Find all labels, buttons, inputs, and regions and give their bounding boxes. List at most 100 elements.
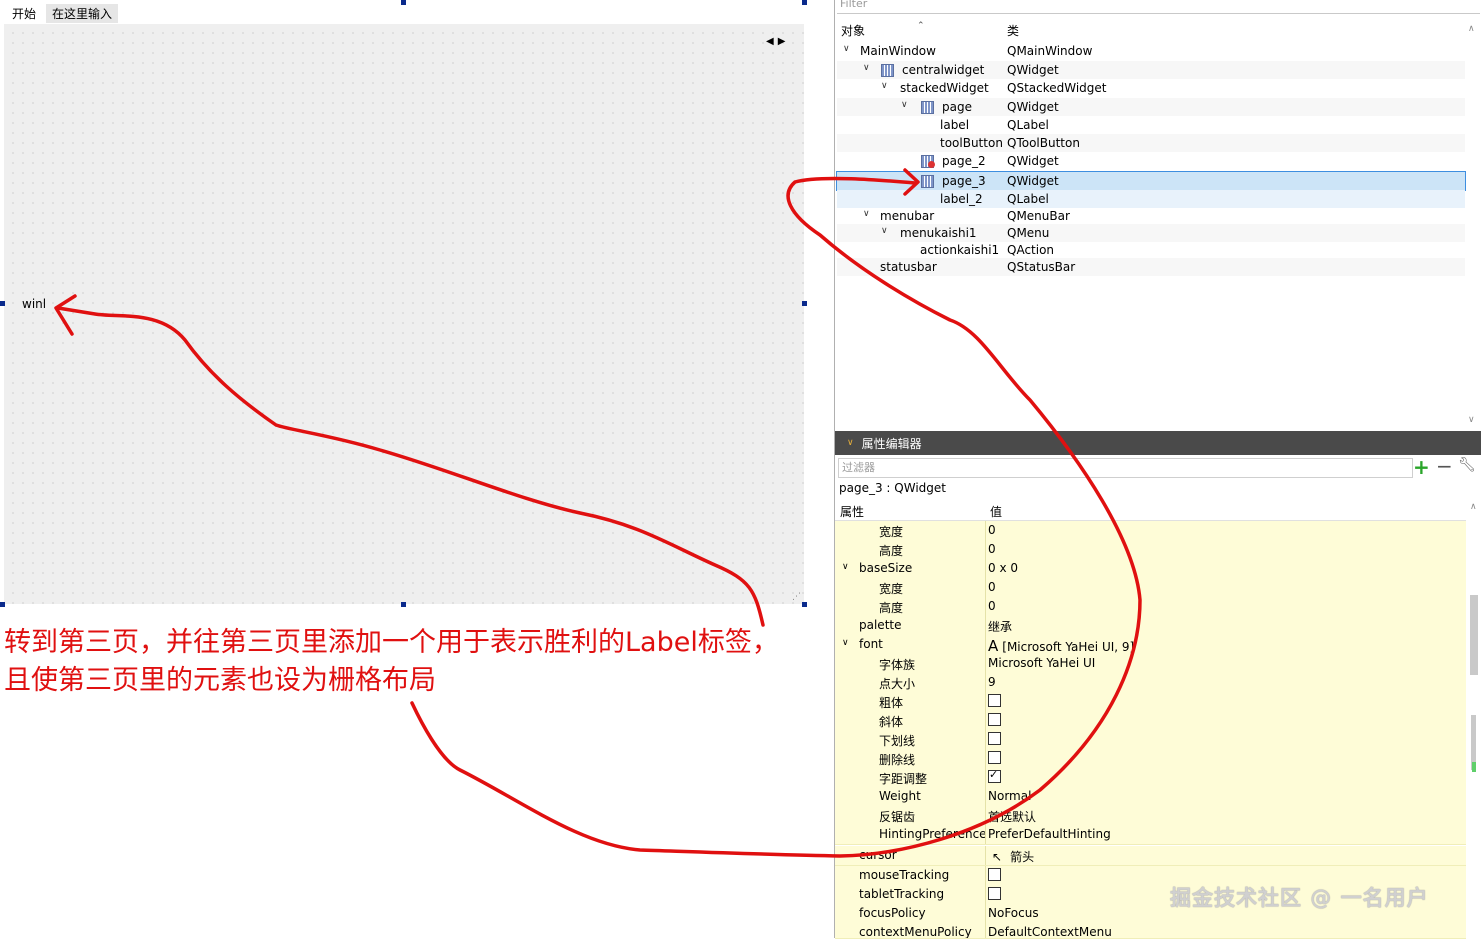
property-row[interactable]: cursor ↖ 箭头 [835, 846, 1466, 866]
property-scrollbar[interactable]: ∧ [1468, 500, 1480, 936]
resize-handle[interactable] [802, 301, 807, 306]
property-row[interactable]: 点大小 9 [835, 673, 1466, 693]
property-value[interactable]: DefaultContextMenu [988, 925, 1112, 938]
tablet-tracking-checkbox[interactable] [988, 887, 1001, 901]
tree-row-page-3[interactable]: page_3 QWidget [836, 171, 1466, 191]
remove-property-icon[interactable]: − [1436, 454, 1453, 478]
italic-checkbox[interactable] [988, 713, 1001, 727]
size-grip-icon[interactable]: ⋰ [792, 592, 801, 602]
property-row[interactable]: 高度 0 [835, 597, 1466, 617]
property-filter-input[interactable]: 过滤器 [838, 458, 1413, 478]
chevron-down-icon[interactable]: ∨ [842, 562, 849, 572]
property-value[interactable]: 继承 [988, 618, 1012, 635]
menu-type-here[interactable]: 在这里输入 [46, 3, 119, 23]
property-row[interactable]: HintingPreference PreferDefaultHinting [835, 825, 1466, 845]
property-row[interactable]: 字距调整 [835, 768, 1466, 788]
resize-handle[interactable] [401, 602, 406, 607]
tree-item-name: page_3 [942, 174, 986, 188]
property-row[interactable]: palette 继承 [835, 616, 1466, 636]
property-row[interactable]: 删除线 [835, 749, 1466, 769]
scroll-up-icon[interactable]: ∧ [1468, 24, 1475, 34]
stacked-widget-page-arrows[interactable]: ◀▶ [766, 36, 789, 47]
chevron-down-icon[interactable]: ∨ [863, 209, 870, 219]
chevron-down-icon[interactable]: ∨ [842, 638, 849, 648]
property-row[interactable]: 下划线 [835, 730, 1466, 750]
object-filter-input[interactable]: Filter [837, 0, 1480, 14]
tree-row-page-2[interactable]: page_2 QWidget [837, 152, 1465, 170]
property-row[interactable]: 反锯齿 首选默认 [835, 806, 1466, 826]
property-name: 宽度 [879, 582, 904, 596]
resize-handle[interactable] [802, 602, 807, 607]
chevron-down-icon[interactable]: ∨ [881, 81, 888, 91]
scroll-down-icon[interactable]: ∨ [1468, 415, 1475, 425]
property-name: font [859, 637, 883, 651]
tree-row-menubar[interactable]: ∨ menubar QMenuBar [837, 207, 1465, 225]
property-name: 高度 [879, 544, 904, 558]
property-value[interactable]: PreferDefaultHinting [988, 827, 1111, 841]
property-value[interactable]: NoFocus [988, 906, 1039, 920]
chevron-down-icon[interactable]: ∨ [847, 438, 854, 448]
tree-row-mainwindow[interactable]: ∨ MainWindow QMainWindow [837, 42, 1465, 60]
scroll-up-icon[interactable]: ∧ [1470, 502, 1477, 512]
property-row[interactable]: 宽度 0 [835, 578, 1466, 598]
tree-row-menukaishi1[interactable]: ∨ menukaishi1 QMenu [837, 224, 1465, 242]
tree-row-actionkaishi1[interactable]: actionkaishi1 QAction [837, 241, 1465, 259]
property-value[interactable]: 0 [988, 523, 996, 537]
property-row[interactable]: 斜体 [835, 711, 1466, 731]
col-object-header[interactable]: 对象 [841, 20, 865, 40]
property-value[interactable]: Normal [988, 789, 1031, 803]
menu-start[interactable]: 开始 [4, 5, 44, 22]
scrollbar-thumb[interactable] [1470, 595, 1478, 675]
property-row[interactable]: contextMenuPolicy DefaultContextMenu [835, 923, 1466, 939]
property-row[interactable]: 字体族 Microsoft YaHei UI [835, 654, 1466, 674]
resize-handle[interactable] [0, 301, 5, 306]
chevron-down-icon[interactable]: ∨ [881, 226, 888, 236]
annotation-line-2: 且使第三页里的元素也设为栅格布局 [4, 665, 436, 696]
chevron-down-icon[interactable]: ∨ [863, 63, 870, 73]
resize-handle[interactable] [0, 602, 5, 607]
property-row[interactable]: 高度 0 [835, 540, 1466, 560]
property-value[interactable]: 0 x 0 [988, 561, 1018, 575]
col-value-header[interactable]: 值 [990, 503, 1002, 520]
resize-handle[interactable] [802, 0, 807, 5]
property-value[interactable]: Microsoft YaHei UI [988, 656, 1095, 670]
tree-row-page[interactable]: ∨ page QWidget [837, 98, 1465, 116]
tree-row-statusbar[interactable]: statusbar QStatusBar [837, 258, 1465, 276]
object-inspector-tree: 对象 ⌃ 类 ∨ MainWindow QMainWindow ∨ centra… [836, 20, 1467, 430]
col-property-header[interactable]: 属性 [840, 503, 864, 520]
bold-checkbox[interactable] [988, 694, 1001, 708]
tree-row-stackedwidget[interactable]: ∨ stackedWidget QStackedWidget [837, 79, 1465, 97]
win-label[interactable]: winl [22, 297, 46, 311]
resize-handle[interactable] [401, 0, 406, 5]
annotation-line-1: 转到第三页，并往第三页里添加一个用于表示胜利的Label标签， [4, 627, 779, 658]
mouse-tracking-checkbox[interactable] [988, 868, 1001, 882]
chevron-down-icon[interactable]: ∨ [843, 44, 850, 54]
property-value[interactable]: 0 [988, 580, 996, 594]
property-value[interactable]: 0 [988, 542, 996, 556]
col-class-header[interactable]: 类 [1007, 20, 1019, 40]
property-value[interactable]: 首选默认 [988, 808, 1036, 825]
tree-row-toolbutton[interactable]: toolButton QToolButton [837, 134, 1465, 152]
add-property-icon[interactable]: + [1413, 455, 1430, 479]
property-value[interactable]: 9 [988, 675, 996, 689]
property-editor-titlebar[interactable]: ∨ 属性编辑器 [835, 431, 1481, 455]
property-row[interactable]: ∨ baseSize 0 x 0 [835, 559, 1466, 579]
tree-row-centralwidget[interactable]: ∨ centralwidget QWidget [837, 61, 1465, 79]
tree-row-label-2[interactable]: label_2 QLabel [837, 190, 1465, 208]
kerning-checkbox[interactable] [988, 768, 1001, 784]
property-row[interactable]: 粗体 [835, 692, 1466, 712]
property-row[interactable]: ∨ font A [Microsoft YaHei UI, 9] [835, 635, 1466, 655]
font-value[interactable]: A [Microsoft YaHei UI, 9] [988, 637, 1134, 655]
cursor-value[interactable]: ↖ 箭头 [988, 848, 1034, 865]
property-row[interactable]: 宽度 0 [835, 521, 1466, 541]
property-name: 下划线 [879, 734, 916, 748]
tree-row-label[interactable]: label QLabel [837, 116, 1465, 134]
central-widget-canvas[interactable] [4, 24, 804, 604]
strikeout-checkbox[interactable] [988, 751, 1001, 765]
property-value[interactable]: 0 [988, 599, 996, 613]
underline-checkbox[interactable] [988, 732, 1001, 746]
property-row[interactable]: Weight Normal [835, 787, 1466, 807]
wrench-icon[interactable]: 🔧︎ [1458, 457, 1476, 473]
property-value: [Microsoft YaHei UI, 9] [1002, 640, 1135, 654]
chevron-down-icon[interactable]: ∨ [901, 100, 908, 110]
